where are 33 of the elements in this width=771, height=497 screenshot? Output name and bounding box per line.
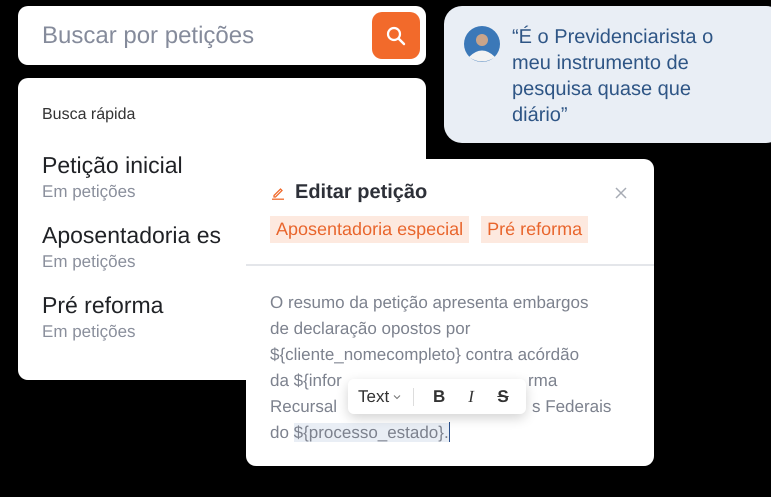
quote-text: “É o Previdenciarista o meu instrumento de pesquisa quase que diário” <box>512 24 714 125</box>
result-subtitle: Em petições <box>42 321 136 343</box>
body-text: ${cliente_nomecompleto} contra acórdão <box>270 345 580 364</box>
body-text: de declaração opostos por <box>270 319 470 338</box>
result-subtitle: Em petições <box>42 181 136 203</box>
format-button[interactable]: S <box>490 386 516 406</box>
body-text: ${processo_estado}. <box>294 423 449 442</box>
body-text: da ${infor <box>270 371 342 390</box>
chevron-down-icon <box>393 394 402 400</box>
close-icon[interactable] <box>614 186 628 200</box>
search-field[interactable]: Buscar por petições <box>42 22 372 50</box>
format-button[interactable]: B <box>426 386 452 406</box>
result-title[interactable]: Petição inicial <box>42 150 183 180</box>
body-text: Recursal <box>270 397 338 416</box>
dialog-title: Editar petição <box>295 181 428 204</box>
body-text: O resumo da petição apresenta embargos <box>270 293 588 312</box>
search-button[interactable] <box>372 12 420 59</box>
tag: Aposentadoria especial <box>270 216 470 243</box>
search-bar[interactable]: Buscar por petições <box>18 6 426 65</box>
tag: Pré reforma <box>481 216 588 243</box>
section-title: Busca rápida <box>42 106 136 124</box>
pencil-icon <box>271 186 285 200</box>
format-button[interactable]: I <box>458 386 484 406</box>
search-icon <box>386 26 406 46</box>
body-text: s Federais <box>532 396 612 418</box>
body-text: rma <box>528 370 558 392</box>
result-title[interactable]: Aposentadoria es <box>42 220 222 250</box>
body-text: do <box>270 423 289 442</box>
avatar <box>464 26 500 62</box>
result-subtitle: Em petições <box>42 251 136 273</box>
text-style-dropdown[interactable]: Text <box>358 386 402 406</box>
text-caret <box>448 422 450 442</box>
result-title[interactable]: Pré reforma <box>42 290 164 320</box>
